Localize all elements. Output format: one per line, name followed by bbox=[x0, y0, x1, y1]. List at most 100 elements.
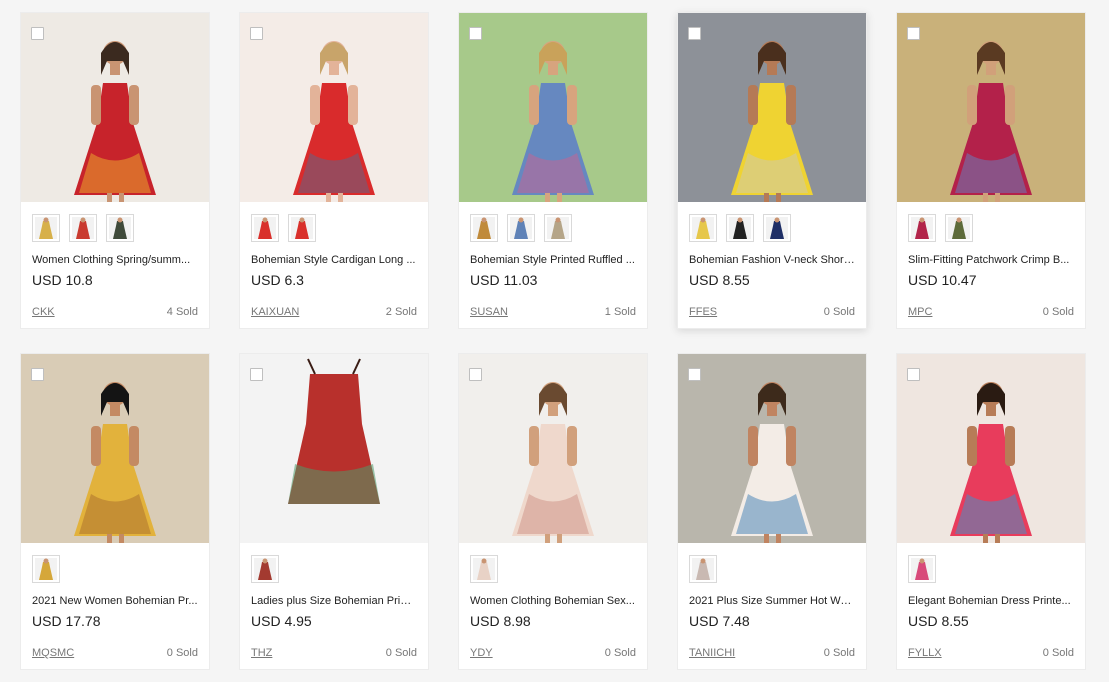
shop-link[interactable]: TANIICHI bbox=[689, 647, 735, 659]
color-swatches bbox=[240, 202, 428, 244]
product-title[interactable]: Bohemian Style Cardigan Long ... bbox=[240, 244, 428, 266]
product-price: USD 8.55 bbox=[689, 272, 750, 288]
select-checkbox[interactable] bbox=[250, 368, 263, 381]
product-price: USD 4.95 bbox=[251, 613, 312, 629]
product-price: USD 8.98 bbox=[470, 613, 531, 629]
color-swatch[interactable] bbox=[544, 214, 572, 242]
product-image[interactable] bbox=[678, 13, 866, 202]
color-swatch[interactable] bbox=[763, 214, 791, 242]
product-card[interactable]: Elegant Bohemian Dress Printe... USD 8.5… bbox=[896, 353, 1086, 670]
product-meta: FYLLX 0 Sold bbox=[897, 633, 1085, 659]
product-photo bbox=[21, 354, 209, 543]
shop-link[interactable]: YDY bbox=[470, 647, 493, 659]
color-swatches bbox=[678, 202, 866, 244]
shop-link[interactable]: THZ bbox=[251, 647, 272, 659]
product-card[interactable]: Slim-Fitting Patchwork Crimp B... USD 10… bbox=[896, 12, 1086, 329]
product-card[interactable]: 2021 Plus Size Summer Hot Wo... USD 7.48… bbox=[677, 353, 867, 670]
shop-link[interactable]: FFES bbox=[689, 306, 717, 318]
product-card[interactable]: Ladies plus Size Bohemian Print... USD 4… bbox=[239, 353, 429, 670]
shop-link[interactable]: FYLLX bbox=[908, 647, 942, 659]
color-swatch[interactable] bbox=[106, 214, 134, 242]
product-title[interactable]: Women Clothing Bohemian Sex... bbox=[459, 585, 647, 607]
product-card[interactable]: Bohemian Style Cardigan Long ... USD 6.3… bbox=[239, 12, 429, 329]
color-swatch[interactable] bbox=[32, 214, 60, 242]
product-card[interactable]: 2021 New Women Bohemian Pr... USD 17.78 … bbox=[20, 353, 210, 670]
product-photo bbox=[678, 354, 866, 543]
product-grid: Women Clothing Spring/summ... USD 10.8 C… bbox=[20, 12, 1086, 670]
product-price: USD 10.8 bbox=[32, 272, 93, 288]
select-checkbox[interactable] bbox=[31, 368, 44, 381]
product-title[interactable]: Bohemian Style Printed Ruffled ... bbox=[459, 244, 647, 266]
select-checkbox[interactable] bbox=[31, 27, 44, 40]
product-image[interactable] bbox=[897, 354, 1085, 543]
product-card[interactable]: Bohemian Fashion V-neck Short... USD 8.5… bbox=[677, 12, 867, 329]
product-title[interactable]: Elegant Bohemian Dress Printe... bbox=[897, 585, 1085, 607]
select-checkbox[interactable] bbox=[250, 27, 263, 40]
product-card[interactable]: Women Clothing Spring/summ... USD 10.8 C… bbox=[20, 12, 210, 329]
product-title[interactable]: 2021 New Women Bohemian Pr... bbox=[21, 585, 209, 607]
product-photo bbox=[240, 354, 428, 543]
sold-count: 0 Sold bbox=[823, 647, 855, 659]
product-meta: CKK 4 Sold bbox=[21, 292, 209, 318]
sold-count: 2 Sold bbox=[385, 306, 417, 318]
product-image[interactable] bbox=[897, 13, 1085, 202]
product-price: USD 8.55 bbox=[908, 613, 969, 629]
product-title[interactable]: Ladies plus Size Bohemian Print... bbox=[240, 585, 428, 607]
select-checkbox[interactable] bbox=[688, 368, 701, 381]
shop-link[interactable]: MPC bbox=[908, 306, 932, 318]
color-swatch[interactable] bbox=[251, 555, 279, 583]
color-swatches bbox=[240, 543, 428, 585]
product-price: USD 7.48 bbox=[689, 613, 750, 629]
color-swatch[interactable] bbox=[470, 555, 498, 583]
sold-count: 0 Sold bbox=[823, 306, 855, 318]
shop-link[interactable]: KAIXUAN bbox=[251, 306, 299, 318]
color-swatches bbox=[21, 543, 209, 585]
select-checkbox[interactable] bbox=[469, 368, 482, 381]
color-swatch[interactable] bbox=[507, 214, 535, 242]
product-image[interactable] bbox=[459, 13, 647, 202]
color-swatches bbox=[459, 202, 647, 244]
shop-link[interactable]: SUSAN bbox=[470, 306, 508, 318]
product-price: USD 6.3 bbox=[251, 272, 304, 288]
select-checkbox[interactable] bbox=[907, 27, 920, 40]
product-image[interactable] bbox=[240, 354, 428, 543]
color-swatch[interactable] bbox=[251, 214, 279, 242]
color-swatches bbox=[897, 543, 1085, 585]
product-photo bbox=[21, 13, 209, 202]
product-title[interactable]: Bohemian Fashion V-neck Short... bbox=[678, 244, 866, 266]
shop-link[interactable]: MQSMC bbox=[32, 647, 74, 659]
product-image[interactable] bbox=[21, 13, 209, 202]
color-swatch[interactable] bbox=[945, 214, 973, 242]
product-meta: YDY 0 Sold bbox=[459, 633, 647, 659]
color-swatch[interactable] bbox=[908, 555, 936, 583]
product-image[interactable] bbox=[21, 354, 209, 543]
color-swatch[interactable] bbox=[689, 214, 717, 242]
color-swatch[interactable] bbox=[69, 214, 97, 242]
color-swatch[interactable] bbox=[908, 214, 936, 242]
product-title[interactable]: Slim-Fitting Patchwork Crimp B... bbox=[897, 244, 1085, 266]
product-image[interactable] bbox=[678, 354, 866, 543]
color-swatch[interactable] bbox=[32, 555, 60, 583]
shop-link[interactable]: CKK bbox=[32, 306, 55, 318]
color-swatch[interactable] bbox=[689, 555, 717, 583]
select-checkbox[interactable] bbox=[469, 27, 482, 40]
product-meta: THZ 0 Sold bbox=[240, 633, 428, 659]
product-card[interactable]: Women Clothing Bohemian Sex... USD 8.98 … bbox=[458, 353, 648, 670]
product-meta: FFES 0 Sold bbox=[678, 292, 866, 318]
product-photo bbox=[678, 13, 866, 202]
select-checkbox[interactable] bbox=[688, 27, 701, 40]
color-swatch[interactable] bbox=[470, 214, 498, 242]
product-title[interactable]: 2021 Plus Size Summer Hot Wo... bbox=[678, 585, 866, 607]
select-checkbox[interactable] bbox=[907, 368, 920, 381]
product-card[interactable]: Bohemian Style Printed Ruffled ... USD 1… bbox=[458, 12, 648, 329]
product-photo bbox=[240, 13, 428, 202]
product-image[interactable] bbox=[240, 13, 428, 202]
product-title[interactable]: Women Clothing Spring/summ... bbox=[21, 244, 209, 266]
color-swatch[interactable] bbox=[726, 214, 754, 242]
sold-count: 0 Sold bbox=[166, 647, 198, 659]
sold-count: 0 Sold bbox=[604, 647, 636, 659]
color-swatches bbox=[897, 202, 1085, 244]
product-image[interactable] bbox=[459, 354, 647, 543]
color-swatch[interactable] bbox=[288, 214, 316, 242]
product-price: USD 11.03 bbox=[470, 272, 538, 288]
